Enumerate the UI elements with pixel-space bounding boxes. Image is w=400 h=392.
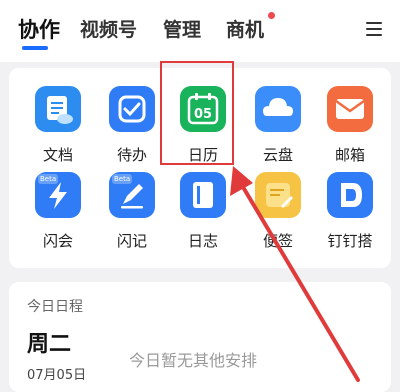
annotation-arrow (230, 166, 360, 382)
